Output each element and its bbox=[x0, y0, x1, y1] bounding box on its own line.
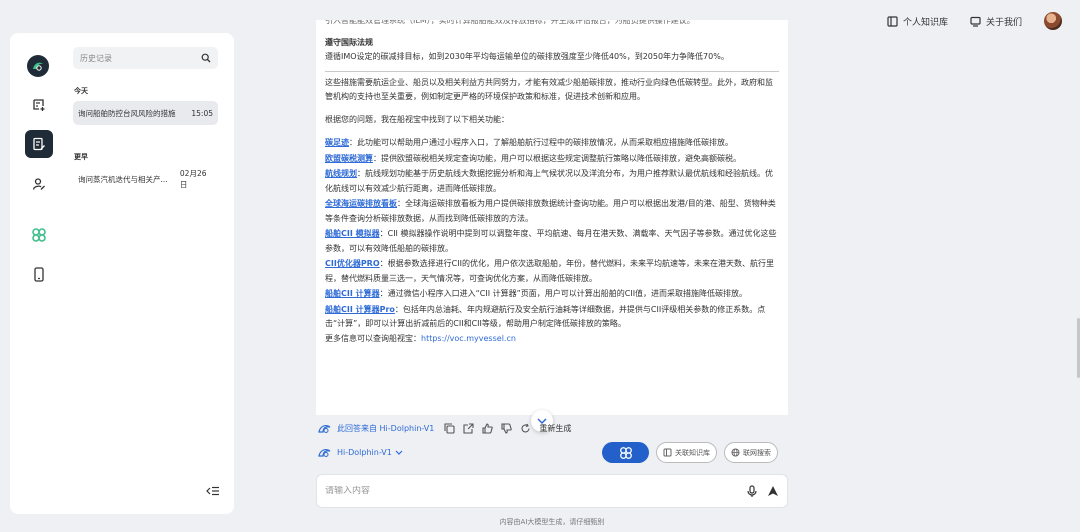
dolphin-icon bbox=[318, 449, 331, 457]
left-panel: 历史记录 今天 询问船舶防控台风风险的措施 15:05 更早 询问蒸汽机迭代与相… bbox=[10, 33, 234, 514]
answer-actions: 此回答来自 Hi-Dolphin-V1 重新生成 bbox=[318, 423, 571, 434]
feature-link[interactable]: 船舶CII 计算器 bbox=[325, 289, 380, 298]
feature-item: 船舶CII 计算器Pro：包括年内总油耗、年内规避航行及安全航行油耗等详细数据，… bbox=[325, 303, 779, 332]
model-name: Hi-Dolphin-V1 bbox=[337, 448, 392, 457]
knowledge-base-icon bbox=[887, 15, 898, 27]
microphone-icon[interactable] bbox=[747, 484, 757, 498]
knowledge-base-link[interactable]: 个人知识库 bbox=[887, 15, 948, 28]
message-input[interactable] bbox=[325, 486, 747, 496]
tool-buttons: 关联知识库 联网搜索 bbox=[602, 442, 778, 463]
more-info-prefix: 更多信息可以查询船视宝： bbox=[325, 333, 421, 343]
feature-item: 碳足迹：此功能可以帮助用户通过小程序入口，了解船舶航行过程中的碳排放情况，从而采… bbox=[325, 136, 779, 151]
phone-icon bbox=[34, 266, 44, 282]
refresh-icon[interactable] bbox=[520, 423, 531, 434]
feature-item: 欧盟碳税测算：提供欧盟碳税相关规定查询功能，用户可以根据这些规定调整航行策略以降… bbox=[325, 152, 779, 167]
feature-desc: ：根据参数选择进行CII的优化，用户依次选取船舶，年份，替代燃料，未来平均航速等… bbox=[325, 259, 774, 283]
new-chat-button[interactable] bbox=[25, 91, 53, 119]
feature-link[interactable]: 碳足迹 bbox=[325, 138, 349, 147]
share-icon[interactable] bbox=[463, 423, 474, 434]
web-search-toggle-label: 联网搜索 bbox=[743, 448, 771, 457]
history-panel: 历史记录 今天 询问船舶防控台风风险的措施 15:05 更早 询问蒸汽机迭代与相… bbox=[73, 47, 225, 191]
feature-link[interactable]: 欧盟碳税测算 bbox=[325, 154, 373, 163]
apps-button[interactable] bbox=[602, 442, 649, 463]
more-info-url[interactable]: https://voc.myvessel.cn bbox=[421, 334, 516, 343]
top-bar: 个人知识库 关于我们 bbox=[887, 12, 1062, 30]
document-edit-icon bbox=[33, 137, 45, 151]
history-item-title: 询问蒸汽机迭代与相关产... bbox=[78, 174, 168, 184]
about-us-label: 关于我们 bbox=[985, 17, 1022, 28]
about-us-link[interactable]: 关于我们 bbox=[970, 15, 1022, 28]
knowledge-base-label: 个人知识库 bbox=[902, 17, 948, 28]
section-title: 遵守国际法规 bbox=[325, 37, 373, 47]
collapse-icon bbox=[206, 486, 219, 496]
feature-desc: ：通过微信小程序入口进入“CII 计算器”页面，用户可以计算出船舶的CII值，进… bbox=[379, 289, 748, 298]
history-item-title: 询问船舶防控台风风险的措施 bbox=[78, 108, 176, 118]
feature-desc: ：提供欧盟碳税相关规定查询功能，用户可以根据这些规定调整航行策略以降低碳排放，避… bbox=[373, 153, 741, 163]
apps-nav-button[interactable] bbox=[25, 221, 53, 249]
feature-desc: ：此功能可以帮助用户通过小程序入口，了解船舶航行过程中的碳排放情况，从而采取相应… bbox=[349, 138, 733, 147]
more-info: 更多信息可以查询船视宝：https://voc.myvessel.cn bbox=[325, 332, 779, 347]
history-search[interactable]: 历史记录 bbox=[73, 47, 218, 69]
history-search-placeholder: 历史记录 bbox=[80, 53, 112, 63]
history-item-date: 02月26日 bbox=[179, 169, 207, 189]
mobile-button[interactable] bbox=[25, 260, 53, 288]
group-label-earlier: 更早 bbox=[74, 153, 88, 161]
knowledge-base-toggle-label: 关联知识库 bbox=[675, 448, 710, 457]
thumbs-up-icon[interactable] bbox=[482, 423, 494, 434]
dolphin-icon bbox=[318, 425, 331, 433]
new-chat-icon bbox=[33, 99, 45, 111]
answer-source: 此回答来自 Hi-Dolphin-V1 bbox=[337, 424, 435, 433]
feature-link[interactable]: 全球海运碳排放看板 bbox=[325, 199, 397, 208]
search-icon[interactable] bbox=[201, 53, 211, 63]
feature-link[interactable]: 航线规划 bbox=[325, 169, 357, 178]
answer-clipped-line: 引入智能能效管理系统（ILM），实时计算船舶能效及排放指标，并生成评估报告，为船… bbox=[325, 20, 695, 25]
feature-link[interactable]: 船舶CII 计算器Pro bbox=[325, 305, 395, 314]
feature-link[interactable]: 船舶CII 模拟器 bbox=[325, 229, 380, 238]
feature-item: 全球海运碳排放看板：全球海运碳排放看板为用户提供碳排放数据统计查询功能。用户可以… bbox=[325, 197, 779, 226]
history-button[interactable] bbox=[25, 130, 53, 158]
history-item-date: 15:05 bbox=[191, 108, 213, 118]
feature-desc: ：CII 模拟器操作说明中提到可以调整年度、平均航速、每月在港天数、满载率、天气… bbox=[325, 229, 777, 253]
send-icon[interactable] bbox=[767, 485, 779, 497]
model-selector[interactable]: Hi-Dolphin-V1 bbox=[318, 447, 403, 458]
monitor-icon bbox=[970, 16, 981, 27]
feature-link[interactable]: CII优化器PRO bbox=[325, 259, 380, 268]
agent-button[interactable] bbox=[25, 170, 53, 198]
divider bbox=[325, 70, 779, 72]
thumbs-down-icon[interactable] bbox=[501, 423, 513, 434]
book-icon bbox=[663, 448, 672, 457]
feature-item: 航线规划：航线规划功能基于历史航线大数据挖掘分析和海上气候状况以及洋流分布，为用… bbox=[325, 167, 779, 196]
features-intro: 根据您的问题，我在船视宝中找到了以下相关功能： bbox=[325, 114, 509, 124]
globe-icon bbox=[731, 448, 740, 457]
section-text: 遵循IMO设定的碳减排目标，如到2030年平均每运输单位的碳排放强度至少降低40… bbox=[325, 52, 729, 61]
web-search-toggle[interactable]: 联网搜索 bbox=[724, 442, 778, 463]
collapse-sidebar-button[interactable] bbox=[206, 486, 220, 499]
dolphin-logo-icon bbox=[33, 62, 43, 71]
clover-apps-icon bbox=[32, 228, 46, 242]
chevron-down-icon bbox=[395, 450, 403, 455]
clover-apps-icon bbox=[619, 446, 632, 459]
history-item[interactable]: 询问船舶防控台风风险的措施 15:05 bbox=[73, 101, 218, 125]
feature-item: 船舶CII 模拟器：CII 模拟器操作说明中提到可以调整年度、平均航速、每月在港… bbox=[325, 227, 779, 256]
app-logo[interactable] bbox=[27, 55, 49, 77]
answer-card: 引入智能能效管理系统（ILM），实时计算船舶能效及排放指标，并生成评估报告，为船… bbox=[316, 20, 788, 415]
summary-paragraph: 这些措施需要航运企业、船员以及相关利益方共同努力，才能有效减少船舶碳排放，推动行… bbox=[325, 77, 773, 102]
feature-item: 船舶CII 计算器：通过微信小程序入口进入“CII 计算器”页面，用户可以计算出… bbox=[325, 287, 779, 302]
icon-rail bbox=[10, 33, 68, 514]
feature-item: CII优化器PRO：根据参数选择进行CII的优化，用户依次选取船舶，年份，替代燃… bbox=[325, 257, 779, 286]
user-avatar[interactable] bbox=[1044, 12, 1062, 30]
person-edit-icon bbox=[32, 178, 45, 190]
copy-icon[interactable] bbox=[444, 423, 455, 434]
knowledge-base-toggle[interactable]: 关联知识库 bbox=[656, 442, 717, 463]
regenerate-button[interactable]: 重新生成 bbox=[539, 423, 571, 434]
composer bbox=[316, 474, 788, 508]
feature-desc: ：航线规划功能基于历史航线大数据挖掘分析和海上气候状况以及洋流分布，为用户推荐默… bbox=[325, 169, 773, 193]
group-label-today: 今天 bbox=[74, 87, 88, 95]
ai-disclaimer: 内容由AI大模型生成，请仔细甄别 bbox=[499, 518, 605, 526]
history-item[interactable]: 询问蒸汽机迭代与相关产... 02月26日 bbox=[73, 167, 218, 191]
